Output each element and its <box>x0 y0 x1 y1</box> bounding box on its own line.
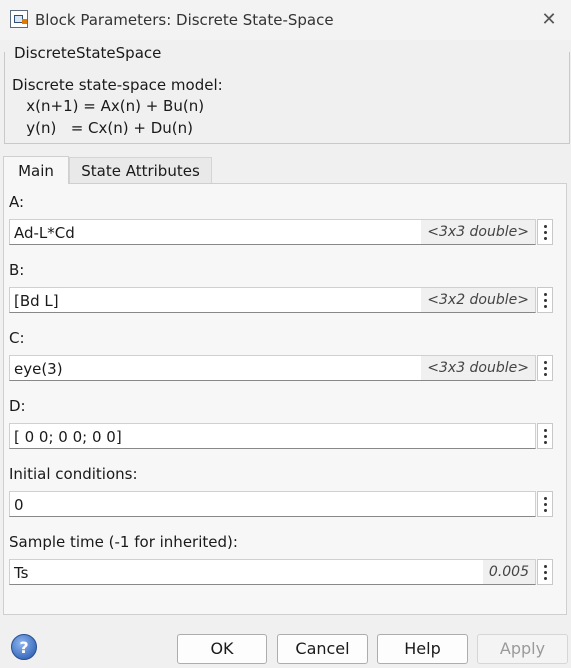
ok-button[interactable]: OK <box>177 634 267 664</box>
param-a-field[interactable]: Ad-L*Cd <3x3 double> <box>9 219 536 245</box>
param-b-label: B: <box>9 261 25 279</box>
sample-time-more-icon[interactable] <box>537 559 553 585</box>
param-b-value: [Bd L] <box>14 292 59 310</box>
param-c-size-hint: <3x3 double> <box>421 356 535 380</box>
help-question-icon[interactable]: ? <box>11 634 37 660</box>
simulink-block-icon <box>10 10 28 28</box>
sample-time-value: Ts <box>14 564 29 582</box>
tab-main[interactable]: Main <box>3 156 69 184</box>
initial-conditions-value: 0 <box>14 496 24 514</box>
sample-time-evaluated-hint: 0.005 <box>482 560 535 584</box>
param-b-field[interactable]: [Bd L] <3x2 double> <box>9 287 536 313</box>
param-d-field[interactable]: [ 0 0; 0 0; 0 0] <box>9 423 536 449</box>
param-c-label: C: <box>9 329 25 347</box>
param-b-size-hint: <3x2 double> <box>421 288 535 312</box>
title-bar: Block Parameters: Discrete State-Space ✕ <box>0 0 571 40</box>
cancel-button[interactable]: Cancel <box>277 634 368 664</box>
param-b-more-icon[interactable] <box>537 287 553 313</box>
sample-time-field[interactable]: Ts 0.005 <box>9 559 536 585</box>
param-a-size-hint: <3x3 double> <box>421 220 535 244</box>
initial-conditions-label: Initial conditions: <box>9 465 138 483</box>
description-line-3: y(n) = Cx(n) + Du(n) <box>12 119 193 137</box>
param-c-field[interactable]: eye(3) <3x3 double> <box>9 355 536 381</box>
param-d-label: D: <box>9 397 26 415</box>
sample-time-label: Sample time (-1 for inherited): <box>9 533 238 551</box>
window-title: Block Parameters: Discrete State-Space <box>35 11 334 29</box>
description-line-2: x(n+1) = Ax(n) + Bu(n) <box>12 97 205 115</box>
description-line-1: Discrete state-space model: <box>12 76 223 94</box>
tab-state-attributes[interactable]: State Attributes <box>69 157 212 183</box>
apply-button[interactable]: Apply <box>477 634 568 664</box>
param-c-more-icon[interactable] <box>537 355 553 381</box>
param-a-label: A: <box>9 193 25 211</box>
param-a-more-icon[interactable] <box>537 219 553 245</box>
param-d-more-icon[interactable] <box>537 423 553 449</box>
close-icon[interactable]: ✕ <box>536 8 562 32</box>
initial-conditions-field[interactable]: 0 <box>9 491 536 517</box>
help-button[interactable]: Help <box>377 634 468 664</box>
param-d-value: [ 0 0; 0 0; 0 0] <box>14 428 122 446</box>
block-name: DiscreteStateSpace <box>12 44 164 62</box>
param-a-value: Ad-L*Cd <box>14 224 75 242</box>
initial-conditions-more-icon[interactable] <box>537 491 553 517</box>
param-c-value: eye(3) <box>14 360 63 378</box>
